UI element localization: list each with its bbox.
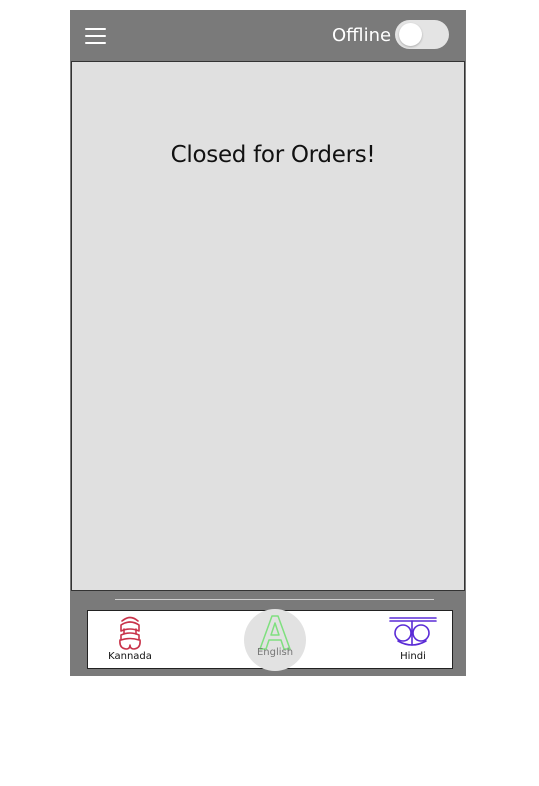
divider [115, 599, 434, 600]
language-bar: Kannada English Hindi [87, 609, 453, 671]
language-english-button[interactable]: English [244, 609, 306, 671]
hamburger-menu-icon[interactable] [85, 27, 107, 45]
closed-message: Closed for Orders! [170, 142, 376, 168]
language-label-kannada: Kannada [108, 651, 152, 662]
letter-a-icon [259, 615, 291, 650]
language-label-english: English [256, 647, 294, 658]
app-frame: Offline Closed for Orders! Kannada Engli… [70, 10, 466, 676]
main-content: Closed for Orders! [71, 61, 465, 591]
language-kannada-button[interactable]: Kannada [98, 615, 162, 663]
language-label-hindi: Hindi [400, 651, 426, 662]
language-hindi-button[interactable]: Hindi [382, 615, 444, 663]
app-bar: Offline [70, 10, 466, 61]
status-label: Offline [332, 25, 392, 46]
toggle-knob [399, 23, 422, 46]
kannada-letter-icon [119, 616, 141, 650]
online-toggle[interactable] [395, 20, 449, 49]
hindi-letter-icon [389, 617, 437, 646]
